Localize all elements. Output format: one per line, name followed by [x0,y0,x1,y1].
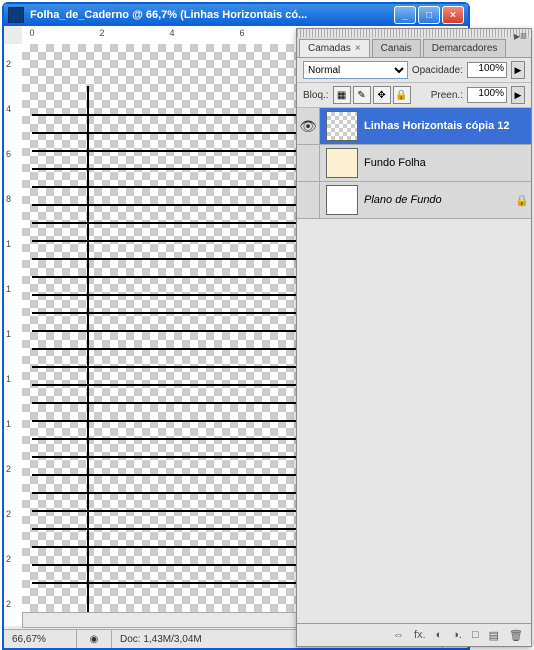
tab-channels[interactable]: Canais [372,39,421,57]
layer-row[interactable]: 👁 Linhas Horizontais cópia 12 [297,108,531,145]
opacity-arrow[interactable]: ▶ [511,61,525,79]
lock-fill-row: Bloq.: ▦ ✎ ✥ 🔒 Preen.: 100% ▶ [297,83,531,108]
layer-thumbnail[interactable] [326,148,358,178]
lock-position-icon[interactable]: ✥ [373,86,391,104]
visibility-toggle[interactable]: 👁 [297,108,320,144]
fill-label: Preen.: [431,90,463,101]
panel-menu-icon[interactable]: ▸≡ [514,29,527,43]
delete-layer-icon[interactable]: 🗑 [509,629,523,642]
panel-tabs: Camadas× Canais Demarcadores [297,37,531,58]
group-icon[interactable]: □ [472,629,479,641]
layer-thumbnail[interactable] [326,111,358,141]
tab-paths[interactable]: Demarcadores [423,39,507,57]
panel-grip[interactable] [297,29,531,37]
vertical-margin-line [87,86,89,626]
link-layers-icon[interactable]: ⇔ [393,629,404,641]
blend-opacity-row: Normal Opacidade: 100% ▶ [297,58,531,83]
layer-fx-icon[interactable]: fx. [414,629,426,641]
visibility-toggle[interactable] [297,182,320,218]
new-layer-icon[interactable]: ▤ [489,629,499,642]
lock-pixels-icon[interactable]: ✎ [353,86,371,104]
lock-all-icon[interactable]: 🔒 [393,86,411,104]
layer-name[interactable]: Linhas Horizontais cópia 12 [364,120,531,132]
visibility-toggle[interactable] [297,145,320,181]
maximize-button[interactable]: □ [418,6,440,24]
globe-icon[interactable]: ◉ [77,630,112,648]
lock-label: Bloq.: [303,90,329,101]
adjustment-layer-icon[interactable]: ◑. [452,629,462,641]
tab-layers[interactable]: Camadas× [299,39,370,57]
tab-close-icon[interactable]: × [355,43,361,54]
ruler-vertical[interactable]: 2 4 6 8 1 1 1 1 1 2 2 2 2 [4,44,23,626]
zoom-level[interactable]: 66,67% [4,630,77,648]
fill-value[interactable]: 100% [467,87,507,103]
lock-icon: 🔒 [515,194,531,207]
layer-thumbnail[interactable] [326,185,358,215]
lock-transparency-icon[interactable]: ▦ [333,86,351,104]
layer-list: 👁 Linhas Horizontais cópia 12 Fundo Folh… [297,108,531,219]
app-icon [8,7,24,23]
layer-name[interactable]: Plano de Fundo [364,194,515,206]
lock-icons: ▦ ✎ ✥ 🔒 [333,86,411,104]
layer-row[interactable]: Fundo Folha [297,145,531,182]
blend-mode-select[interactable]: Normal [303,61,408,79]
titlebar[interactable]: Folha_de_Caderno @ 66,7% (Linhas Horizon… [4,4,468,26]
window-title: Folha_de_Caderno @ 66,7% (Linhas Horizon… [30,9,392,21]
layer-name[interactable]: Fundo Folha [364,157,531,169]
panel-footer: ⇔ fx. ◐ ◑. □ ▤ 🗑 [297,623,531,646]
layers-panel: ▸≡ Camadas× Canais Demarcadores Normal O… [296,28,532,647]
opacity-value[interactable]: 100% [467,62,507,78]
minimize-button[interactable]: _ [394,6,416,24]
opacity-label: Opacidade: [412,65,463,76]
fill-arrow[interactable]: ▶ [511,86,525,104]
layer-mask-icon[interactable]: ◐ [436,629,443,641]
close-button[interactable]: × [442,6,464,24]
layer-row[interactable]: Plano de Fundo 🔒 [297,182,531,219]
